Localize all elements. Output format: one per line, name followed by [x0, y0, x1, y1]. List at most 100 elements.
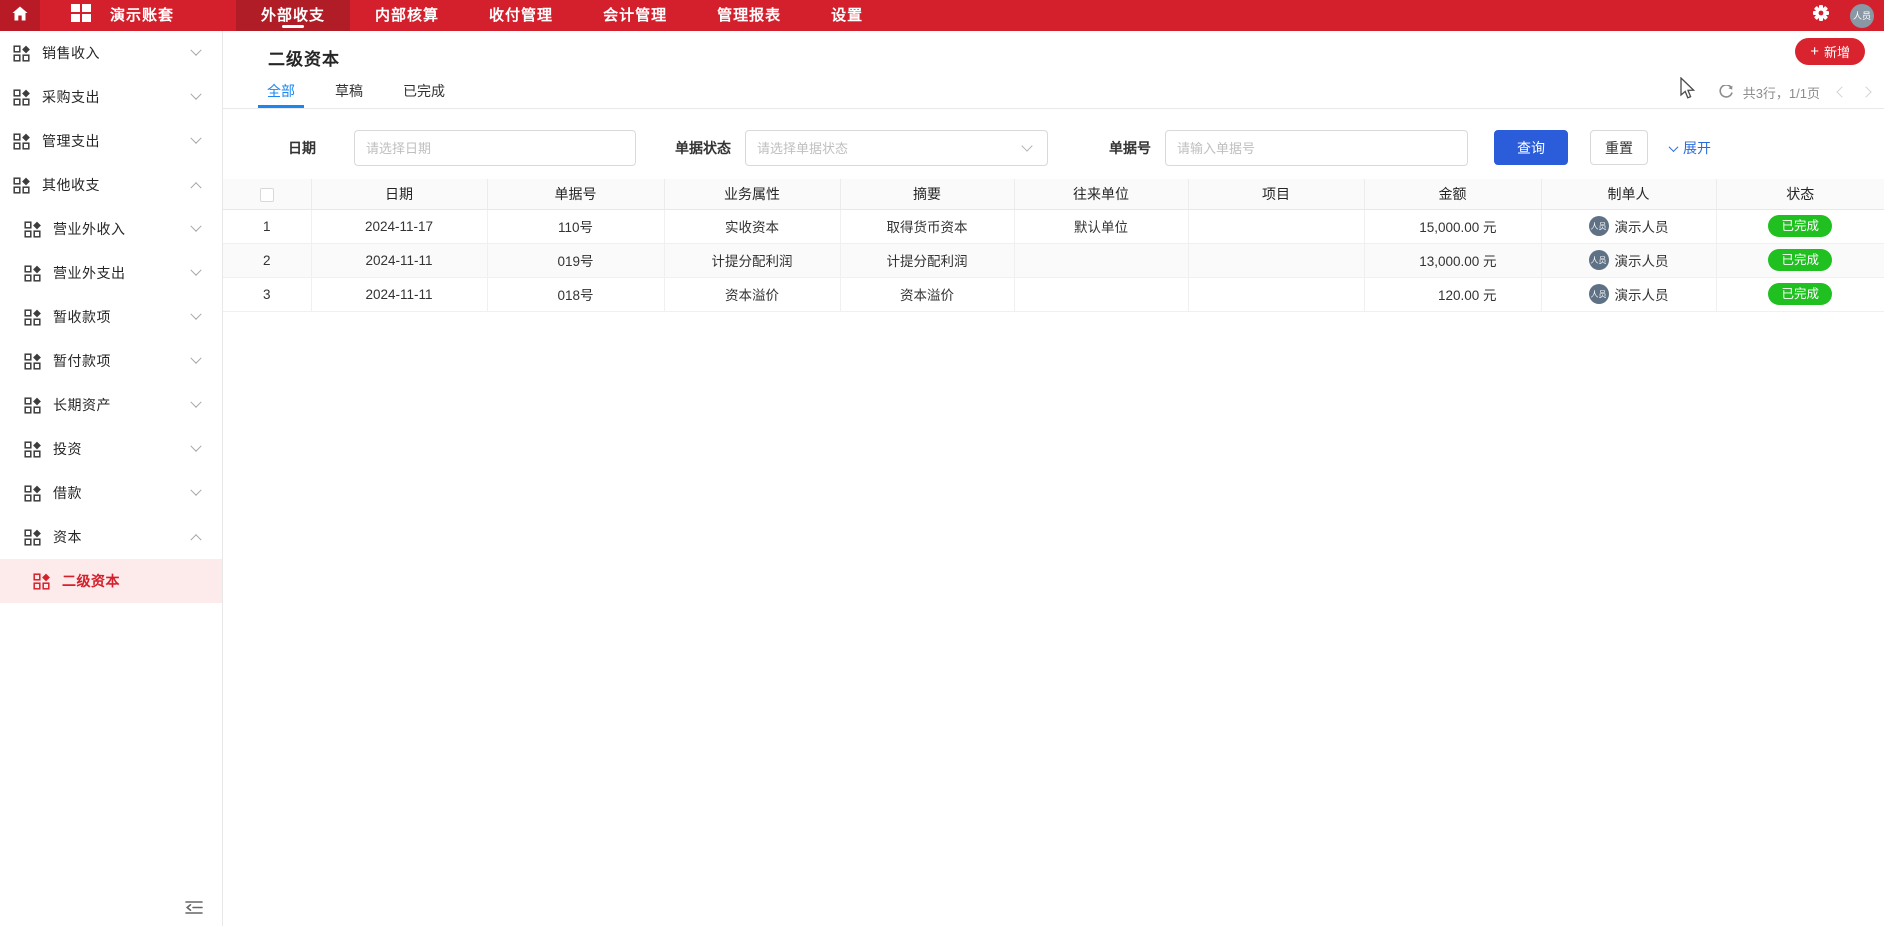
- nav-item-receipt-payment[interactable]: 收付管理: [464, 0, 578, 31]
- reset-button[interactable]: 重置: [1590, 130, 1648, 165]
- sidebar-item-purchase-expense[interactable]: 采购支出: [0, 75, 222, 119]
- module-icon: [24, 308, 41, 326]
- sidebar: 销售收入 采购支出 管理支出 其他收支 营业外收入 营业外支出 暂收款项 暂付款…: [0, 31, 223, 926]
- cell-date: 2024-11-11: [311, 243, 488, 278]
- cell-doc-no: 018号: [487, 277, 665, 312]
- add-new-button[interactable]: + 新增: [1795, 38, 1865, 65]
- creator-avatar: 人员: [1588, 284, 1609, 304]
- cell-doc-no: 019号: [487, 243, 665, 278]
- creator-name: 演示人员: [1614, 254, 1669, 269]
- cell-biz-attr: 资本溢价: [664, 277, 841, 312]
- tab-draft[interactable]: 草稿: [332, 75, 366, 108]
- col-header-amount: 金额: [1364, 179, 1542, 210]
- module-icon: [24, 220, 41, 238]
- doc-status-select[interactable]: [745, 130, 1048, 166]
- doc-no-filter-input[interactable]: [1165, 130, 1468, 166]
- chevron-down-icon: [190, 484, 202, 496]
- col-header-date: 日期: [311, 179, 488, 210]
- creator-name: 演示人员: [1614, 220, 1669, 235]
- refresh-icon[interactable]: [1718, 84, 1733, 100]
- sidebar-item-nonoperating-expense[interactable]: 营业外支出: [0, 251, 222, 295]
- nav-item-external-payments[interactable]: 外部收支: [236, 0, 351, 31]
- sidebar-collapse-icon[interactable]: [184, 900, 204, 920]
- module-icon: [24, 352, 41, 370]
- cell-biz-attr: 计提分配利润: [664, 243, 841, 278]
- page-header: 二级资本 + 新增: [223, 31, 1884, 75]
- sidebar-item-sales-income[interactable]: 销售收入: [0, 31, 222, 75]
- nav-item-mgmt-reports[interactable]: 管理报表: [692, 0, 806, 31]
- account-set-name[interactable]: 演示账套: [110, 0, 174, 31]
- sidebar-item-secondary-capital[interactable]: 二级资本: [0, 559, 222, 603]
- tabs-bar: 全部 草稿 已完成 共3行，1/1页: [223, 75, 1884, 109]
- plus-icon: +: [1810, 43, 1819, 60]
- tab-completed[interactable]: 已完成: [400, 75, 448, 108]
- chevron-up-icon: [190, 534, 202, 546]
- cell-amount: 13,000.00 元: [1364, 243, 1542, 278]
- module-icon: [24, 264, 41, 282]
- cell-doc-no: 110号: [487, 209, 665, 244]
- chevron-up-icon: [190, 182, 202, 194]
- col-header-unit: 往来单位: [1014, 179, 1189, 210]
- status-badge[interactable]: 已完成: [1768, 283, 1833, 305]
- sidebar-item-investment[interactable]: 投资: [0, 427, 222, 471]
- gear-icon[interactable]: [1812, 4, 1830, 27]
- module-icon: [24, 528, 41, 546]
- cell-summary: 取得货币资本: [840, 209, 1015, 244]
- select-all-checkbox[interactable]: [259, 187, 274, 202]
- sidebar-item-longterm-assets[interactable]: 长期资产: [0, 383, 222, 427]
- date-filter-input[interactable]: [354, 130, 636, 166]
- chevron-down-icon: [190, 44, 202, 56]
- cell-creator: 人员 演示人员: [1541, 243, 1717, 278]
- query-button[interactable]: 查询: [1494, 130, 1568, 165]
- cell-status: 已完成: [1716, 277, 1884, 312]
- user-avatar[interactable]: 人员: [1850, 3, 1874, 28]
- col-header-summary: 摘要: [840, 179, 1015, 210]
- nav-item-internal-accounting[interactable]: 内部核算: [350, 0, 464, 31]
- home-button[interactable]: [0, 0, 40, 31]
- table-row[interactable]: 1 2024-11-17 110号 实收资本 取得货币资本 默认单位 15,00…: [223, 209, 1884, 244]
- module-icon: [24, 440, 41, 458]
- sidebar-item-temp-receipts[interactable]: 暂收款项: [0, 295, 222, 339]
- cell-creator: 人员 演示人员: [1541, 277, 1717, 312]
- status-badge[interactable]: 已完成: [1768, 215, 1833, 237]
- home-icon: [12, 6, 28, 26]
- module-icon: [24, 484, 41, 502]
- chevron-down-icon: [190, 264, 202, 276]
- cell-creator: 人员 演示人员: [1541, 209, 1717, 244]
- creator-avatar: 人员: [1588, 250, 1609, 270]
- sidebar-item-nonoperating-income[interactable]: 营业外收入: [0, 207, 222, 251]
- creator-avatar: 人员: [1588, 216, 1609, 236]
- sidebar-item-management-expense[interactable]: 管理支出: [0, 119, 222, 163]
- sidebar-item-temp-payments[interactable]: 暂付款项: [0, 339, 222, 383]
- apps-grid-button[interactable]: [58, 0, 104, 31]
- cell-biz-attr: 实收资本: [664, 209, 841, 244]
- status-badge[interactable]: 已完成: [1768, 249, 1833, 271]
- filter-bar: 日期 单据状态 单据号 查询 重置 展开: [223, 109, 1884, 179]
- table-row[interactable]: 2 2024-11-11 019号 计提分配利润 计提分配利润 13,000.0…: [223, 243, 1884, 278]
- nav-item-accounting-mgmt[interactable]: 会计管理: [578, 0, 692, 31]
- col-header-status: 状态: [1716, 179, 1884, 210]
- cell-amount: 120.00 元: [1364, 277, 1542, 312]
- sidebar-item-loans[interactable]: 借款: [0, 471, 222, 515]
- chevron-down-icon: [190, 352, 202, 364]
- cell-date: 2024-11-11: [311, 277, 488, 312]
- cell-summary: 资本溢价: [840, 277, 1015, 312]
- tab-all[interactable]: 全部: [258, 75, 304, 108]
- doc-status-filter-label: 单据状态: [675, 140, 731, 156]
- creator-name: 演示人员: [1614, 288, 1669, 303]
- prev-page-icon[interactable]: [1836, 86, 1848, 98]
- sidebar-item-other-payments[interactable]: 其他收支: [0, 163, 222, 207]
- module-icon: [13, 44, 30, 62]
- topbar: 演示账套 外部收支 内部核算 收付管理 会计管理 管理报表 设置 人员: [0, 0, 1884, 31]
- sidebar-item-capital[interactable]: 资本: [0, 515, 222, 559]
- nav-item-settings[interactable]: 设置: [806, 0, 888, 31]
- chevron-down-icon: [190, 396, 202, 408]
- row-index: 3: [223, 277, 312, 312]
- row-index: 1: [223, 209, 312, 244]
- pagination-summary: 共3行，1/1页: [1742, 85, 1820, 101]
- next-page-icon[interactable]: [1860, 86, 1872, 98]
- expand-filters-link[interactable]: 展开: [1668, 138, 1711, 158]
- col-header-project: 项目: [1188, 179, 1365, 210]
- module-icon: [24, 396, 41, 414]
- table-row[interactable]: 3 2024-11-11 018号 资本溢价 资本溢价 120.00 元 人员 …: [223, 277, 1884, 312]
